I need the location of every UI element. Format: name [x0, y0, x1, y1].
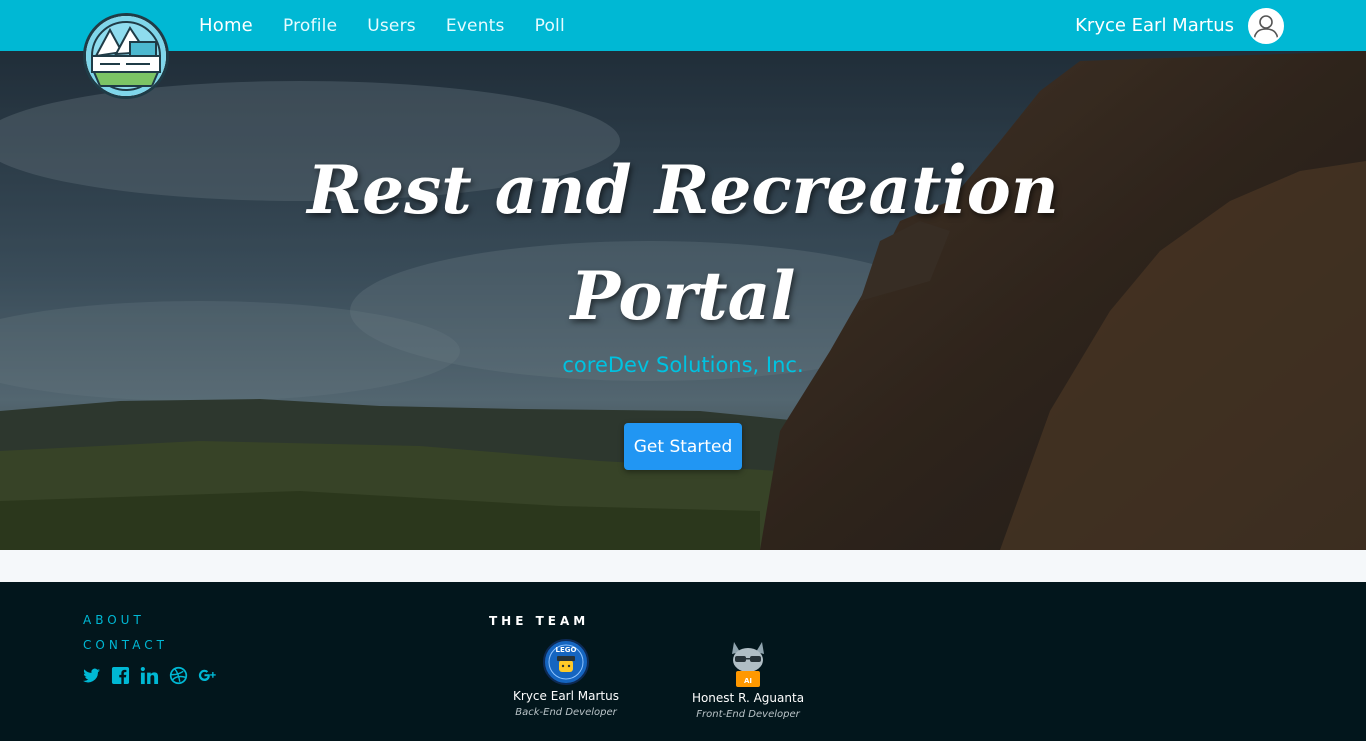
team-member-role: Back-End Developer: [515, 707, 617, 718]
svg-text:AI: AI: [744, 677, 752, 685]
team-member-card: AI Honest R. Aguanta Front-End Developer: [688, 638, 808, 720]
nav-profile[interactable]: Profile: [268, 16, 352, 36]
nav-events[interactable]: Events: [431, 16, 520, 36]
team-member-role: Front-End Developer: [696, 709, 800, 720]
footer: ABOUT CONTACT THE TEAM LEGO Kryce Earl M…: [0, 582, 1366, 741]
svg-text:LEGO: LEGO: [556, 646, 577, 654]
user-name[interactable]: Kryce Earl Martus: [1075, 15, 1234, 36]
google-plus-icon[interactable]: [198, 666, 217, 685]
navbar: Home Profile Users Events Poll Kryce Ear…: [0, 0, 1366, 51]
hero-title-line2: Portal: [570, 257, 796, 335]
nav-poll[interactable]: Poll: [520, 16, 580, 36]
team-member-name: Honest R. Aguanta: [691, 691, 805, 705]
team-member-name: Kryce Earl Martus: [513, 689, 619, 703]
hero-title: Rest and Recreation Portal: [0, 137, 1366, 349]
linkedin-icon[interactable]: [140, 666, 159, 685]
footer-about-link[interactable]: ABOUT: [83, 613, 145, 627]
mountain-landscape-logo[interactable]: [83, 13, 169, 99]
hero-title-line1: Rest and Recreation: [307, 151, 1059, 229]
nav-users[interactable]: Users: [352, 16, 431, 36]
social-links: [82, 666, 217, 685]
get-started-button[interactable]: Get Started: [624, 423, 742, 470]
section-divider: [0, 550, 1366, 582]
user-menu[interactable]: Kryce Earl Martus: [1075, 0, 1284, 51]
nav-menu: Home Profile Users Events Poll: [184, 0, 580, 51]
team-member-card: LEGO Kryce Earl Martus Back-End Develope…: [506, 638, 626, 718]
hero-section: Rest and Recreation Portal coreDev Solut…: [0, 51, 1366, 550]
dribbble-icon[interactable]: [169, 666, 188, 685]
cat-avatar-icon: AI: [732, 642, 764, 687]
hero-subtitle: coreDev Solutions, Inc.: [562, 353, 804, 377]
twitter-icon[interactable]: [82, 666, 101, 685]
user-avatar-icon[interactable]: [1248, 7, 1284, 44]
team-heading: THE TEAM: [489, 614, 590, 628]
footer-contact-link[interactable]: CONTACT: [83, 638, 168, 652]
facebook-icon[interactable]: [111, 666, 130, 685]
nav-home[interactable]: Home: [184, 15, 268, 36]
lego-avatar-icon: LEGO: [543, 639, 589, 685]
